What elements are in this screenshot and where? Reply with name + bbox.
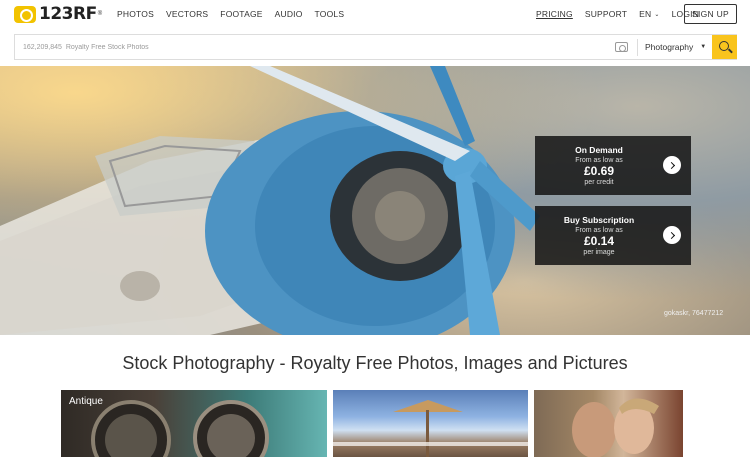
search-icon bbox=[718, 41, 729, 51]
subscription-offer[interactable]: Buy Subscription From as low as £0.14 pe… bbox=[535, 206, 691, 265]
category-tile-couple[interactable] bbox=[534, 390, 683, 457]
pricing-link[interactable]: PRICING bbox=[536, 9, 573, 19]
divider bbox=[637, 39, 638, 56]
search-input[interactable] bbox=[23, 35, 603, 59]
category-tile-antique[interactable]: Antique bbox=[61, 390, 327, 457]
offer-unit: per image bbox=[583, 249, 615, 256]
offer-title: Buy Subscription bbox=[563, 215, 635, 225]
couple-tile-image bbox=[572, 398, 659, 457]
chevron-down-icon: ⌄ bbox=[654, 11, 660, 18]
nav-audio[interactable]: AUDIO bbox=[275, 9, 303, 19]
language-selector[interactable]: EN bbox=[639, 9, 651, 19]
category-tile-beach[interactable] bbox=[333, 390, 528, 457]
page-title: Stock Photography - Royalty Free Photos,… bbox=[122, 353, 628, 373]
offer-arrow-button[interactable] bbox=[663, 156, 681, 174]
logo-registered-mark: ® bbox=[97, 11, 103, 17]
nav-photos[interactable]: PHOTOS bbox=[117, 9, 154, 19]
signup-button[interactable]: SIGN UP bbox=[684, 4, 737, 24]
chevron-right-icon bbox=[667, 231, 675, 239]
main-nav: PHOTOS VECTORS FOOTAGE AUDIO TOOLS bbox=[117, 9, 356, 19]
logo-text: 123RF bbox=[39, 4, 97, 24]
offer-price: £0.14 bbox=[583, 234, 615, 248]
hero-airplane-image bbox=[0, 66, 540, 335]
category-label: Photography bbox=[645, 42, 694, 52]
nav-vectors[interactable]: VECTORS bbox=[166, 9, 208, 19]
offer-arrow-button[interactable] bbox=[663, 226, 681, 244]
offer-price: £0.69 bbox=[583, 164, 615, 178]
site-header: 123RF ® PHOTOS VECTORS FOOTAGE AUDIO TOO… bbox=[0, 0, 750, 29]
tile-label: Antique bbox=[69, 396, 103, 407]
hero-banner: On Demand From as low as £0.69 per credi… bbox=[0, 66, 750, 335]
category-select[interactable]: Photography ▼ bbox=[645, 35, 706, 59]
beach-tile-image bbox=[333, 400, 528, 457]
nav-footage[interactable]: FOOTAGE bbox=[220, 9, 262, 19]
support-link[interactable]: SUPPORT bbox=[585, 9, 627, 19]
camera-logo-icon bbox=[14, 5, 36, 23]
search-bar: Photography ▼ bbox=[14, 34, 737, 60]
caret-down-icon: ▼ bbox=[700, 44, 707, 50]
offer-title: On Demand bbox=[575, 145, 623, 155]
logo[interactable]: 123RF ® bbox=[14, 4, 102, 24]
chevron-right-icon bbox=[667, 161, 675, 169]
account-nav: PRICING SUPPORT EN ⌄ LOGIN bbox=[536, 9, 699, 19]
image-credit: gokaskr, 76477212 bbox=[664, 310, 724, 317]
search-button[interactable] bbox=[712, 35, 737, 59]
offer-unit: per credit bbox=[584, 179, 614, 186]
camera-icon[interactable] bbox=[615, 42, 628, 52]
on-demand-offer[interactable]: On Demand From as low as £0.69 per credi… bbox=[535, 136, 691, 195]
nav-tools[interactable]: TOOLS bbox=[315, 9, 345, 19]
